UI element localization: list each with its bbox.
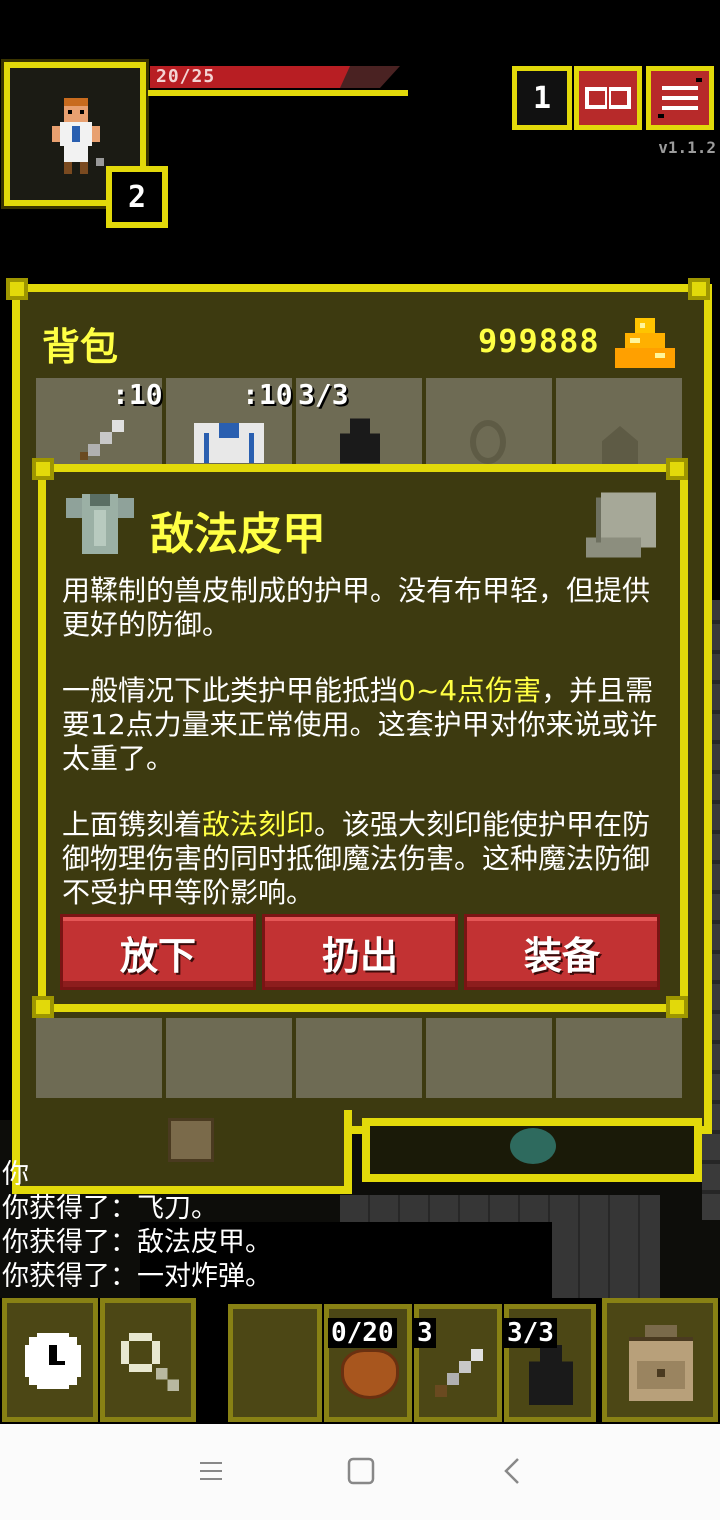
armor-level: :10 [242,378,293,411]
backpack-slot[interactable] [296,1018,422,1098]
frame-corner [666,458,688,480]
clock-icon [25,1333,81,1389]
hero-portrait [52,98,104,174]
sword-icon [80,420,124,460]
frame-corner [666,996,688,1018]
dart-icon [435,1349,483,1397]
frame-corner [688,278,710,300]
journal-button[interactable] [574,66,642,130]
scroll-icon[interactable] [586,492,656,558]
gold-amount: 999888 [478,322,600,360]
frame-corner [6,278,28,300]
ring-charges: 3/3 [298,378,349,411]
backpack-slot[interactable] [36,1018,162,1098]
backpack-slot-misc[interactable] [556,378,682,464]
backpack-slot[interactable] [426,1018,552,1098]
level-badge: 2 [106,166,168,228]
frame-corner [32,996,54,1018]
backpack-icon [629,1325,693,1401]
cloak-icon [529,1345,573,1405]
log-line: 你 [2,1159,29,1190]
depth-indicator[interactable]: 1 [512,66,572,130]
backpack-slot[interactable] [556,1018,682,1098]
home-icon[interactable] [346,1456,376,1486]
drop-button[interactable]: 放下 [60,914,256,990]
gold-pile-icon [615,318,675,368]
frame-corner [32,458,54,480]
backpack-slot-artifact[interactable] [426,378,552,464]
journal-icon [585,87,631,109]
description-text: 上面镌刻着 [62,808,203,841]
description-paragraph: 用鞣制的兽皮制成的护甲。没有布甲轻，但提供更好的防御。 [62,574,651,641]
wait-button[interactable] [2,1298,98,1422]
ring-placeholder-icon [470,420,506,464]
backpack-slot[interactable] [166,1018,292,1098]
quickslot-waterskin-count: 0/20 [328,1318,397,1348]
backpack-button[interactable] [602,1298,718,1422]
log-line: 你获得了：敌法皮甲。 [2,1227,272,1258]
quickslot-empty[interactable] [228,1304,322,1422]
cloak-silhouette-icon [340,418,380,464]
log-line: 你获得了：一对炸弹。 [2,1261,272,1292]
hp-text: 20/25 [156,66,216,87]
quickslot-darts-count: 3 [414,1318,436,1348]
recents-icon[interactable] [196,1456,226,1486]
damage-range: 0~4点伤害 [398,674,542,707]
throw-button[interactable]: 扔出 [262,914,458,990]
armor-icon [194,423,264,463]
item-description: 用鞣制的兽皮制成的护甲。没有布甲轻，但提供更好的防御。 一般情况下此类护甲能抵挡… [62,574,662,942]
description-paragraph: 上面镌刻着敌法刻印。该强大刻印能使护甲在防御物理伤害的同时抵御魔法伤害。这种魔法… [62,808,662,910]
leather-armor-icon [66,494,134,554]
backpack-title: 背包 [42,325,119,369]
item-title: 敌法皮甲 [150,509,326,560]
log-line: 你获得了：飞刀。 [2,1193,218,1224]
menu-icon [658,78,702,118]
game-log: 你 你获得了：飞刀。 你获得了：敌法皮甲。 你获得了：一对炸弹。 [0,1158,560,1294]
back-icon[interactable] [498,1456,528,1486]
glyph-name: 敌法刻印 [202,808,315,841]
weapon-level: :10 [112,378,163,411]
waterskin-icon [341,1349,399,1399]
search-icon [121,1333,180,1392]
search-button[interactable] [100,1298,196,1422]
bag-placeholder-icon [602,426,638,464]
equip-button[interactable]: 装备 [464,914,660,990]
quickslot-cloak-charges: 3/3 [504,1318,557,1348]
pouch-icon [168,1118,214,1162]
menu-button[interactable] [646,66,714,130]
description-paragraph: 一般情况下此类护甲能抵挡0~4点伤害，并且需要12点力量来正常使用。这套护甲对你… [62,674,662,776]
description-text: 一般情况下此类护甲能抵挡 [62,674,399,707]
version-label: v1.1.2 [658,138,716,157]
